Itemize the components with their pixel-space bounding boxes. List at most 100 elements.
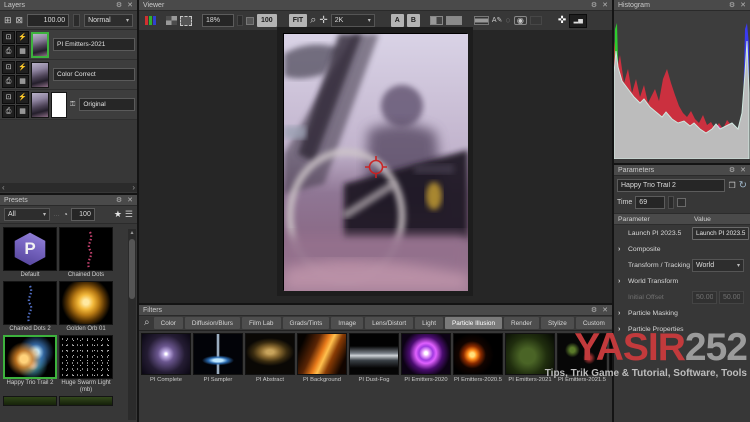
preset-item-chained-dots-2[interactable]: Chained Dots 2 [3,280,57,333]
tab-film-lab[interactable]: Film Lab [241,317,281,329]
tab-custom[interactable]: Custom [575,317,612,329]
layer-thumbnail[interactable] [31,61,49,88]
monitor-icon[interactable]: ⊡ [2,91,15,104]
lock-icon[interactable]: ⚿ [70,101,75,109]
layer-row-color-correct[interactable]: ⊡ ⚡ ⎙ ▦ Color Correct [0,60,137,90]
print-icon[interactable]: ⎙ [2,45,15,58]
preset-item-huge-swarm-light[interactable]: Huge Swarm Light (mb) [59,334,113,394]
print-icon[interactable]: ⎙ [2,105,15,118]
tab-stylize[interactable]: Stylize [540,317,574,329]
layers-horizontal-scrollbar[interactable]: ‹ › [0,183,137,192]
filter-item-pi-emitters-2021-5[interactable]: PI Emitters-2021.5 [557,333,607,383]
time-input[interactable] [635,196,666,209]
preset-item-golden-orb[interactable]: Golden Orb 01 [59,280,113,333]
viewer-image[interactable] [283,33,468,291]
bolt-icon[interactable]: ⚡ [16,61,29,74]
zoom-100-button[interactable]: 100 [257,14,277,27]
filter-item-pi-dust-fog[interactable]: PI Dust-Fog [349,333,399,383]
time-checkbox[interactable] [677,198,687,207]
offset-y-input[interactable] [719,290,744,304]
layer-name[interactable]: Original [79,98,135,111]
time-stepper[interactable] [668,196,675,209]
param-row-particle-properties[interactable]: › Particle Properties [614,321,750,337]
document-icon[interactable]: ❐ [728,181,735,190]
filter-item-partial[interactable]: PI [609,333,612,383]
filter-item-pi-abstract[interactable]: PI Abstract [245,333,295,383]
close-icon[interactable]: ✕ [602,307,608,314]
tab-diffusion-blurs[interactable]: Diffusion/Blurs [184,317,240,329]
bolt-icon[interactable]: ⚡ [16,91,29,104]
tab-grads-tints[interactable]: Grads/Tints [282,317,330,329]
layer-thumbnail[interactable] [31,31,49,58]
resolution-select[interactable]: 2K ▾ [330,14,375,27]
preset-category-select[interactable]: All ▾ [4,208,50,221]
bolt-icon[interactable]: ⚡ [16,31,29,44]
gear-icon[interactable]: ⚙ [591,307,597,314]
search-icon[interactable]: ⌕ [144,318,150,328]
offset-x-input[interactable] [692,290,717,304]
blend-mode-select[interactable]: Normal ▾ [84,13,133,27]
gear-icon[interactable]: ⚙ [729,2,735,9]
zoom-stepper[interactable] [237,15,243,26]
close-icon[interactable]: ✕ [127,197,133,204]
alpha-checker-icon[interactable] [166,16,177,25]
close-icon[interactable]: ✕ [602,2,608,9]
zoom-lock-toggle[interactable] [246,16,254,25]
magnifier-icon[interactable]: ⌕ [310,15,316,26]
zoom-percent-input[interactable] [202,14,234,27]
param-row-particle-masking[interactable]: › Particle Masking [614,305,750,321]
preset-item-partial[interactable] [59,395,113,406]
filter-item-pi-emitters-2020[interactable]: PI Emitters-2020 [401,333,451,383]
letterbox-icon[interactable] [473,16,489,25]
layer-name[interactable]: Color Correct [53,68,135,81]
preset-item-happy-trio-trail[interactable]: Happy Trio Trail 2 [3,334,57,394]
preset-size-input[interactable] [70,208,95,221]
preset-item-partial[interactable] [3,395,57,406]
viewer-canvas[interactable] [139,31,612,303]
filter-item-pi-emitters-2021[interactable]: PI Emitters-2021 [505,333,555,383]
monitor-icon[interactable]: ⊡ [2,31,15,44]
region-icon[interactable]: ▦ [16,75,29,88]
histogram-toggle-icon[interactable]: ▂▅ [569,13,588,28]
layer-name[interactable]: PI Emitters-2021 [53,38,135,51]
layer-opacity-input[interactable] [27,13,70,27]
close-icon[interactable]: ✕ [740,167,746,174]
gear-icon[interactable]: ⚙ [116,197,122,204]
expand-icon[interactable]: › [618,326,628,333]
crosshair-tool-icon[interactable]: ✜ [558,15,566,26]
preset-name-input[interactable] [617,179,726,192]
tab-image[interactable]: Image [331,317,364,329]
param-row-world-transform[interactable]: › World Transform [614,273,750,289]
refresh-icon[interactable]: ↻ [739,180,747,191]
filter-item-pi-sampler[interactable]: PI Sampler [193,333,243,383]
expand-icon[interactable]: › [618,310,628,317]
filter-item-pi-emitters-2020-5[interactable]: PI Emitters-2020.5 [453,333,503,383]
compare-a-button[interactable]: A [390,14,404,27]
star-icon[interactable]: ★ [114,210,122,219]
print-icon[interactable]: ⎙ [2,75,15,88]
menu-icon[interactable]: ☰ [125,210,133,219]
add-layer-icon[interactable]: ⊞ [4,15,12,25]
region-icon[interactable]: ▦ [16,105,29,118]
compare-b-button[interactable]: B [406,14,420,27]
param-row-composite[interactable]: › Composite [614,241,750,257]
tab-particle-illusion[interactable]: Particle Illusion [445,317,503,329]
layer-row-pi-emitters[interactable]: ⊡ ⚡ ⎙ ▦ PI Emitters-2021 [0,30,137,60]
monitor-icon[interactable]: ⊡ [2,61,15,74]
preset-item-chained-dots[interactable]: Chained Dots [59,227,113,279]
tab-color[interactable]: Color [153,317,183,329]
tab-render[interactable]: Render [504,317,539,329]
camera-icon[interactable]: ◉ [513,16,527,25]
mask-thumbnail[interactable] [51,91,67,118]
gear-icon[interactable]: ⚙ [116,2,122,9]
tab-lens-distort[interactable]: Lens/Distort [365,317,414,329]
opacity-stepper[interactable] [73,13,81,27]
gauge-icon[interactable]: ◔ [63,210,68,219]
close-icon[interactable]: ✕ [127,2,133,9]
filter-item-pi-complete[interactable]: PI Complete [141,333,191,383]
annotate-icon[interactable]: A✎ [492,17,503,24]
expand-icon[interactable]: › [618,246,628,253]
scroll-left-icon[interactable]: ‹ [2,183,5,192]
tracking-select[interactable]: World ▾ [692,258,744,272]
full-view-icon[interactable] [445,16,462,25]
